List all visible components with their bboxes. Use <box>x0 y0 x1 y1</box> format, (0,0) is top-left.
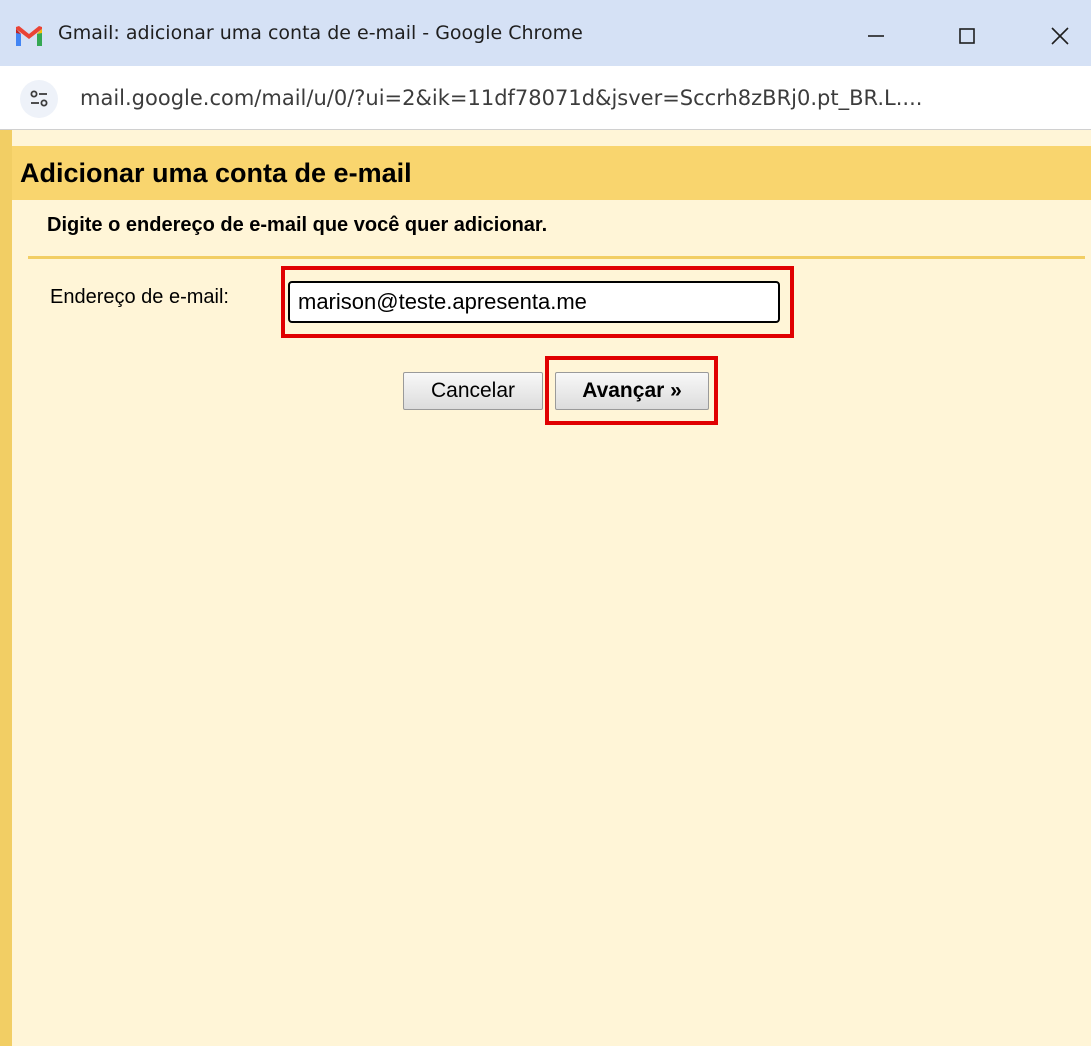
maximize-icon <box>959 28 975 44</box>
minimize-icon <box>868 35 884 37</box>
gmail-icon <box>16 26 42 46</box>
minimize-button[interactable] <box>853 14 899 58</box>
next-button[interactable]: Avançar » <box>555 372 709 410</box>
dialog-header: Adicionar uma conta de e-mail <box>12 146 1091 200</box>
site-info-icon <box>30 90 48 107</box>
divider <box>28 256 1085 259</box>
email-field[interactable] <box>288 281 780 323</box>
window-title: Gmail: adicionar uma conta de e-mail - G… <box>58 22 583 44</box>
site-info-button[interactable] <box>20 80 58 118</box>
dialog-subtitle: Digite o endereço de e-mail que você que… <box>47 214 548 236</box>
cancel-button[interactable]: Cancelar <box>403 372 543 410</box>
dialog-page: Adicionar uma conta de e-mail Digite o e… <box>0 130 1091 1046</box>
address-bar: mail.google.com/mail/u/0/?ui=2&ik=11df78… <box>0 66 1091 130</box>
window-titlebar: Gmail: adicionar uma conta de e-mail - G… <box>0 0 1091 66</box>
email-label: Endereço de e-mail: <box>50 286 229 308</box>
close-icon <box>1051 27 1069 45</box>
close-button[interactable] <box>1037 14 1083 58</box>
url-text[interactable]: mail.google.com/mail/u/0/?ui=2&ik=11df78… <box>80 86 1080 110</box>
maximize-button[interactable] <box>944 14 990 58</box>
dialog-title: Adicionar uma conta de e-mail <box>20 158 412 188</box>
